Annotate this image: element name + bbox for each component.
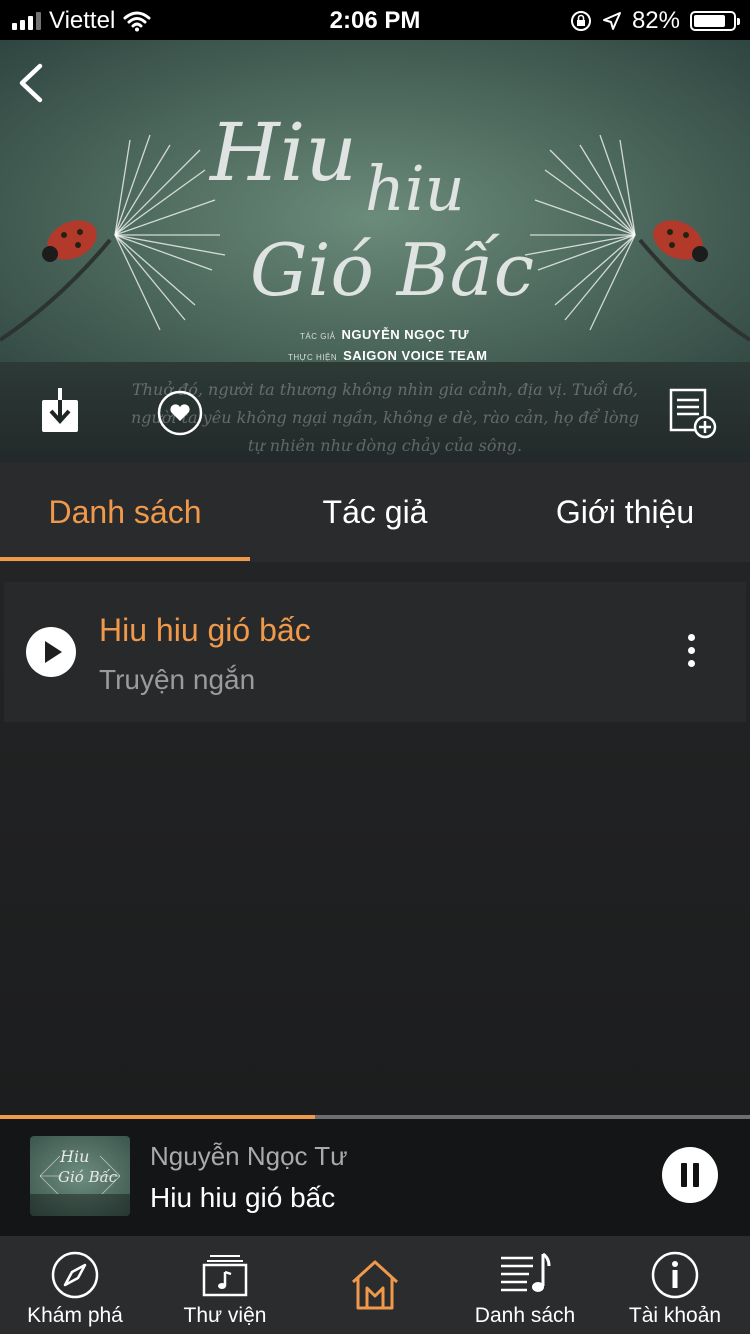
producer-caption: THỰC HIỆN [288, 353, 338, 362]
tab-list[interactable]: Danh sách [0, 462, 250, 562]
play-button[interactable] [26, 627, 76, 677]
location-arrow-icon [602, 12, 621, 30]
list-item[interactable]: Hiu hiu gió bấc Truyện ngắn [4, 582, 746, 722]
nav-home[interactable] [300, 1236, 450, 1334]
library-icon [202, 1255, 248, 1297]
cover-title-line3: Gió Bấc [250, 228, 534, 312]
active-tab-indicator [0, 557, 250, 561]
episode-list: Hiu hiu gió bấc Truyện ngắn [0, 562, 750, 1116]
nav-explore-label: Khám phá [27, 1304, 123, 1327]
cover-title-line1: Hiu [208, 106, 357, 199]
episode-title: Hiu hiu gió bấc [99, 612, 311, 648]
info-icon [651, 1251, 699, 1299]
tab-bar: Danh sách Tác giả Giới thiệu [0, 462, 750, 562]
tab-author[interactable]: Tác giả [250, 462, 500, 562]
mini-player-author: Nguyễn Ngọc Tư [150, 1141, 348, 1171]
battery-percent: 82% [631, 7, 680, 34]
mini-artwork-title-1: Hiu [59, 1147, 89, 1166]
add-to-playlist-icon[interactable] [668, 387, 718, 439]
favorite-heart-icon[interactable] [156, 389, 204, 437]
mini-player-artwork: Hiu Gió Bấc [30, 1136, 130, 1216]
nav-account[interactable]: Tài khoản [600, 1236, 750, 1334]
action-bar: Thuở đó, người ta thương không nhìn gia … [0, 362, 750, 462]
home-icon [351, 1260, 399, 1310]
pause-button[interactable] [662, 1147, 718, 1203]
nav-playlist[interactable]: Danh sách [450, 1236, 600, 1334]
cover-author: NGUYỄN NGỌC TƯ [341, 327, 470, 342]
rotation-lock-icon [570, 11, 591, 31]
nav-explore[interactable]: Khám phá [0, 1236, 150, 1334]
back-button[interactable] [12, 58, 56, 108]
more-options-icon[interactable] [676, 634, 706, 670]
cover-credits: TÁC GIẢ NGUYỄN NGỌC TƯ THỰC HIỆN SAIGON VO… [288, 325, 488, 362]
nav-library-label: Thư viện [183, 1304, 267, 1327]
nav-account-label: Tài khoản [628, 1304, 722, 1327]
bottom-nav: Khám phá Thư viện Danh sách Tài khoản [0, 1236, 750, 1334]
cover-title-line2: hiu [365, 152, 465, 225]
battery-fill [694, 15, 726, 27]
mini-player[interactable]: Hiu Gió Bấc Nguyễn Ngọc Tư Hiu hiu gió b… [0, 1119, 750, 1236]
cover-producer: SAIGON VOICE TEAM [343, 348, 488, 362]
tab-introduction[interactable]: Giới thiệu [500, 462, 750, 562]
status-bar: Viettel 2:06 PM 82% [0, 0, 750, 40]
mini-player-title: Hiu hiu gió bấc [150, 1182, 336, 1213]
cover-title-art: Hiu hiu Gió Bấc [208, 106, 534, 312]
episode-subtitle: Truyện ngắn [99, 664, 256, 695]
author-caption: TÁC GIẢ [300, 332, 336, 341]
status-right: 82% [570, 7, 740, 35]
download-icon[interactable] [40, 388, 80, 434]
nav-playlist-label: Danh sách [474, 1304, 576, 1327]
mini-artwork-title-2: Gió Bấc [58, 1168, 118, 1186]
compass-icon [51, 1251, 99, 1299]
battery-icon [690, 11, 740, 31]
playlist-icon [501, 1252, 551, 1292]
book-cover: Hiu hiu Gió Bấc TÁC GIẢ NGUYỄN NGỌC TƯ TH… [0, 40, 750, 362]
play-icon [45, 641, 62, 663]
nav-library[interactable]: Thư viện [150, 1236, 300, 1334]
